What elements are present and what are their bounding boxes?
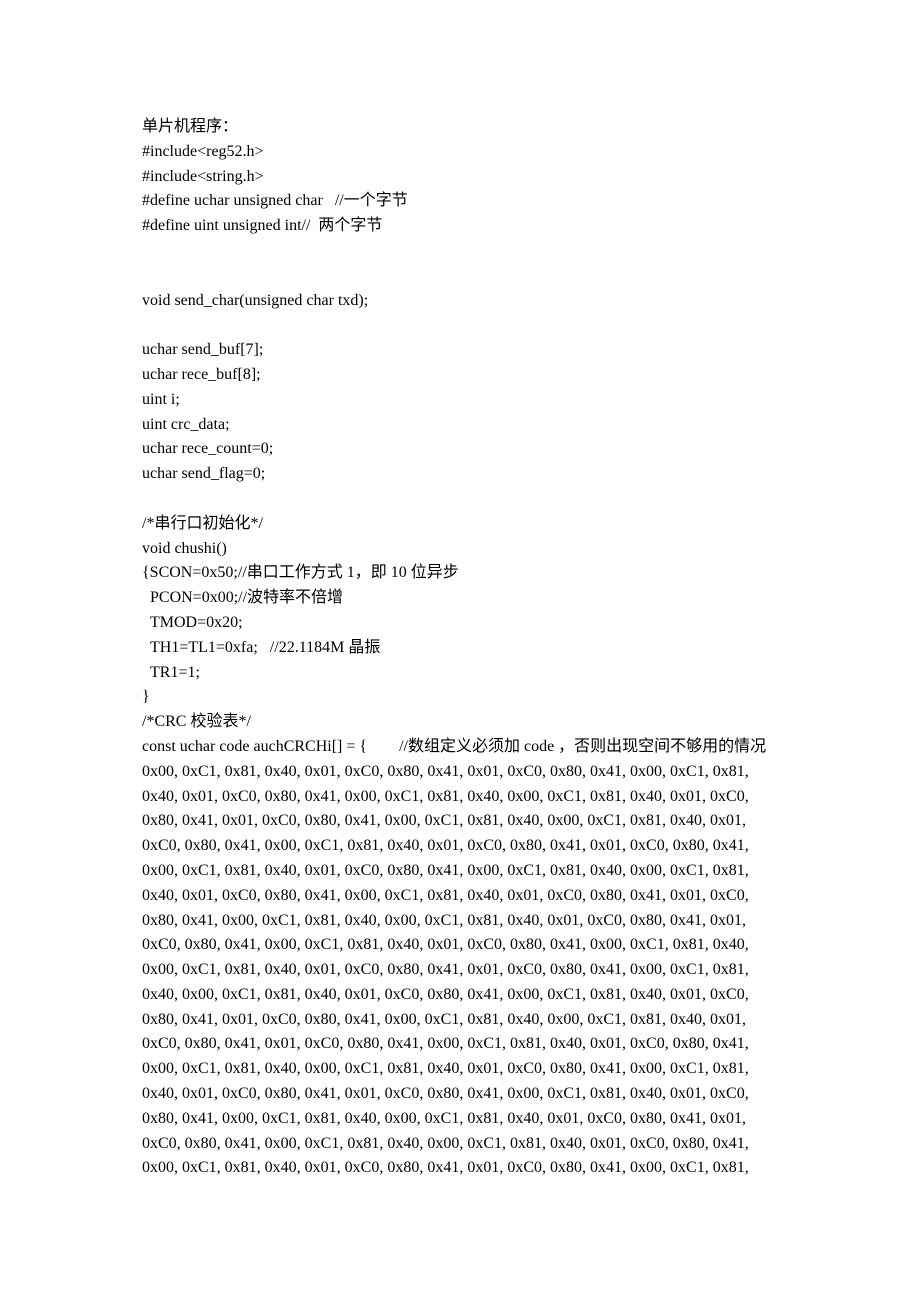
code-line: #define uint unsigned int// 两个字节	[142, 214, 778, 239]
code-line: 0x00, 0xC1, 0x81, 0x40, 0x01, 0xC0, 0x80…	[142, 760, 778, 785]
code-line: {SCON=0x50;//串口工作方式 1，即 10 位异步	[142, 561, 778, 586]
code-line: 0x40, 0x01, 0xC0, 0x80, 0x41, 0x00, 0xC1…	[142, 785, 778, 810]
document-page: 单片机程序： #include<reg52.h> #include<string…	[0, 0, 920, 1302]
code-line: 0x80, 0x41, 0x00, 0xC1, 0x81, 0x40, 0x00…	[142, 1107, 778, 1132]
code-line: uchar rece_count=0;	[142, 437, 778, 462]
code-line: TH1=TL1=0xfa; //22.1184M 晶振	[142, 636, 778, 661]
code-line: void chushi()	[142, 537, 778, 562]
code-line	[142, 264, 778, 289]
code-line: }	[142, 685, 778, 710]
code-line: 单片机程序：	[142, 115, 778, 140]
code-line: 0x00, 0xC1, 0x81, 0x40, 0x01, 0xC0, 0x80…	[142, 859, 778, 884]
code-line: #define uchar unsigned char //一个字节	[142, 189, 778, 214]
code-line: 0x40, 0x01, 0xC0, 0x80, 0x41, 0x00, 0xC1…	[142, 884, 778, 909]
code-line: PCON=0x00;//波特率不倍增	[142, 586, 778, 611]
code-line	[142, 487, 778, 512]
code-line: uchar send_flag=0;	[142, 462, 778, 487]
code-line: TMOD=0x20;	[142, 611, 778, 636]
code-line: 0x00, 0xC1, 0x81, 0x40, 0x01, 0xC0, 0x80…	[142, 1156, 778, 1181]
code-line: const uchar code auchCRCHi[] = { //数组定义必…	[142, 735, 778, 760]
code-line: 0x40, 0x00, 0xC1, 0x81, 0x40, 0x01, 0xC0…	[142, 983, 778, 1008]
code-line	[142, 313, 778, 338]
code-line: uchar rece_buf[8];	[142, 363, 778, 388]
code-line: TR1=1;	[142, 661, 778, 686]
code-line: void send_char(unsigned char txd);	[142, 289, 778, 314]
code-line: 0x80, 0x41, 0x01, 0xC0, 0x80, 0x41, 0x00…	[142, 1008, 778, 1033]
code-line: uchar send_buf[7];	[142, 338, 778, 363]
code-line: 0xC0, 0x80, 0x41, 0x00, 0xC1, 0x81, 0x40…	[142, 1132, 778, 1157]
code-line: 0x80, 0x41, 0x01, 0xC0, 0x80, 0x41, 0x00…	[142, 809, 778, 834]
code-line: /*CRC 校验表*/	[142, 710, 778, 735]
code-line: 0x00, 0xC1, 0x81, 0x40, 0x01, 0xC0, 0x80…	[142, 958, 778, 983]
code-line: 0xC0, 0x80, 0x41, 0x00, 0xC1, 0x81, 0x40…	[142, 834, 778, 859]
code-line: #include<string.h>	[142, 165, 778, 190]
code-line: uint i;	[142, 388, 778, 413]
code-line: 0x40, 0x01, 0xC0, 0x80, 0x41, 0x01, 0xC0…	[142, 1082, 778, 1107]
code-line: 0x80, 0x41, 0x00, 0xC1, 0x81, 0x40, 0x00…	[142, 909, 778, 934]
code-line: 0xC0, 0x80, 0x41, 0x00, 0xC1, 0x81, 0x40…	[142, 933, 778, 958]
code-line	[142, 239, 778, 264]
code-line: #include<reg52.h>	[142, 140, 778, 165]
code-line: 0xC0, 0x80, 0x41, 0x01, 0xC0, 0x80, 0x41…	[142, 1032, 778, 1057]
code-line: uint crc_data;	[142, 413, 778, 438]
code-line: 0x00, 0xC1, 0x81, 0x40, 0x00, 0xC1, 0x81…	[142, 1057, 778, 1082]
code-line: /*串行口初始化*/	[142, 512, 778, 537]
